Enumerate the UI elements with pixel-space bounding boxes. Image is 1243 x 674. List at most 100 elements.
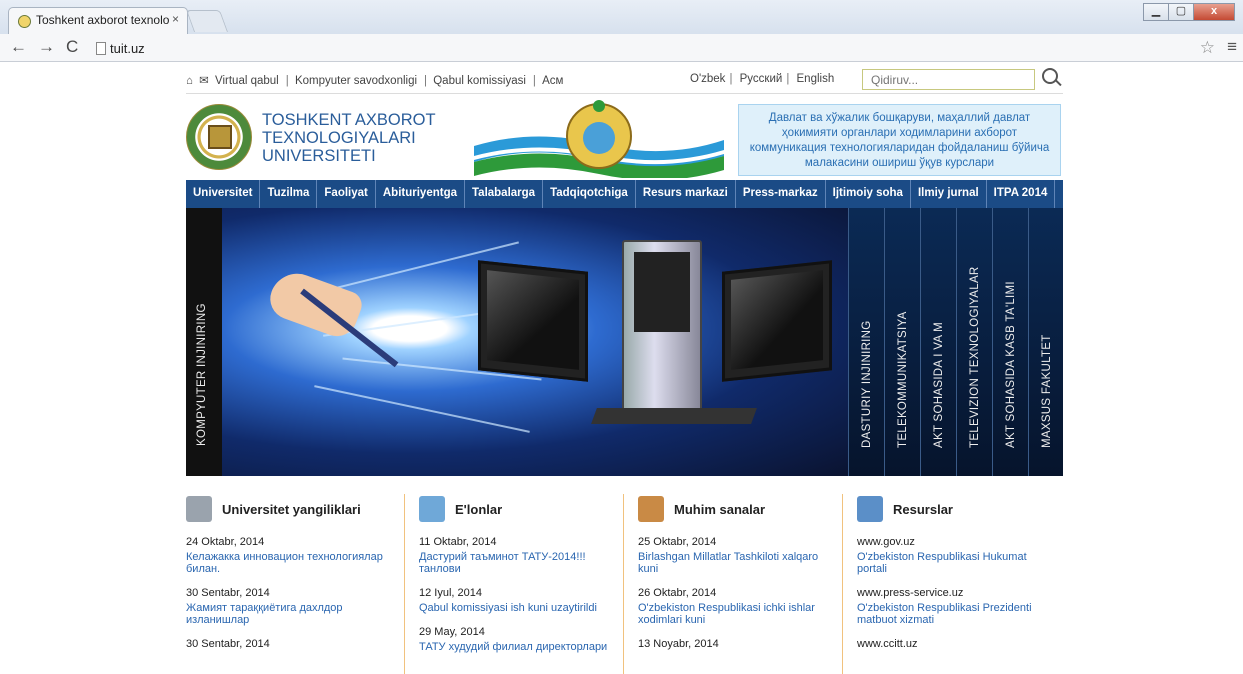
mail-icon[interactable]: ✉ — [199, 75, 209, 87]
browser-tabstrip: Toshkent axborot texnolo × ▁ ▢ x — [0, 0, 1243, 34]
computer-tower-illustration — [622, 240, 702, 418]
home-icon[interactable]: ⌂ — [186, 75, 193, 87]
slider-tab-label: MAXSUS FAKULTET — [1041, 334, 1053, 448]
slider-tab-dasturiy[interactable]: DASTURIY INJINIRING — [848, 208, 884, 476]
nav-ijtimoiy-soha[interactable]: Ijtimoiy soha — [826, 180, 911, 208]
entry-date: 12 Iyul, 2014 — [419, 587, 482, 599]
entry-link[interactable]: O'zbekiston Respublikasi Prezidenti matb… — [857, 602, 1052, 626]
lang-russian[interactable]: Русский — [740, 73, 783, 85]
entry-date: 30 Sentabr, 2014 — [186, 587, 270, 599]
nav-universitet[interactable]: Universitet — [186, 180, 261, 208]
search-icon[interactable] — [1042, 68, 1058, 84]
courses-banner[interactable]: Давлат ва хўжалик бошқаруви, маҳаллий да… — [738, 104, 1061, 176]
forward-arrow-icon[interactable]: → — [38, 37, 55, 57]
entry-link[interactable]: Qabul komissiyasi ish kuni uzaytirildi — [419, 602, 613, 614]
slider-tab-label: TELEKOMMUNIKATSIYA — [897, 311, 909, 448]
slider-label-left: KOMPYUTER INJINIRING — [196, 303, 208, 446]
entry-link[interactable]: Дастурий таъминот ТАТУ-2014!!! танлови — [419, 551, 613, 575]
slider-tab-label: AKT SOHASIDA KASB TA'LIMI — [1005, 281, 1017, 448]
column-title[interactable]: E'lonlar — [455, 502, 502, 517]
slider-tab-label: TELEVIZION TEXNOLOGIYALAR — [969, 266, 981, 448]
slider-tab-televizion[interactable]: TELEVIZION TEXNOLOGIYALAR — [956, 208, 992, 476]
nav-press-markaz[interactable]: Press-markaz — [736, 180, 826, 208]
calendar-icon — [638, 496, 664, 522]
entry-date: 30 Sentabr, 2014 — [186, 638, 270, 650]
nav-itpa-2014[interactable]: ITPA 2014 — [987, 180, 1056, 208]
minimize-button[interactable]: ▁ — [1143, 3, 1169, 21]
monitor-left-illustration — [478, 260, 588, 382]
reload-icon[interactable]: C — [66, 37, 78, 57]
nav-tadqiqotchiga[interactable]: Tadqiqotchiga — [543, 180, 636, 208]
nav-ilmiy-jurnal[interactable]: Ilmiy jurnal — [911, 180, 987, 208]
entry-link[interactable]: ТАТУ худудий филиал директорлари — [419, 641, 613, 653]
website: ⌂ ✉ Virtual qabul | Kompyuter savodxonlig… — [186, 62, 1063, 674]
entry-link[interactable]: Birlashgan Millatlar Tashkiloti xalqaro … — [638, 551, 832, 575]
main-nav: Universitet Tuzilma Faoliyat Abituriyent… — [186, 180, 1063, 208]
column-title[interactable]: Resurslar — [893, 502, 953, 517]
entry-url[interactable]: www.ccitt.uz — [857, 638, 1052, 650]
tab-title: Toshkent axborot texnolo — [36, 13, 170, 27]
entry-url[interactable]: www.gov.uz — [857, 536, 1052, 548]
top-link-kompyuter[interactable]: Kompyuter savodxonligi — [295, 75, 417, 87]
monitor-right-illustration — [722, 260, 832, 382]
top-link-acm[interactable]: Асм — [542, 75, 563, 87]
bookmark-star-icon[interactable]: ☆ — [1200, 38, 1215, 58]
nav-resurs-markazi[interactable]: Resurs markazi — [636, 180, 736, 208]
slider-tab-kompyuter[interactable]: KOMPYUTER INJINIRING — [186, 208, 222, 476]
close-window-button[interactable]: x — [1193, 3, 1235, 21]
column-yangiliklar: Universitet yangiliklari 24 Oktabr, 2014… — [186, 494, 405, 674]
site-header: TOSHKENT AXBOROT TEXNOLOGIYALARI UNIVERS… — [186, 94, 1063, 180]
top-link-virtual[interactable]: Virtual qabul — [215, 75, 279, 87]
entry-date: 29 May, 2014 — [419, 626, 485, 638]
slider-tab-maxsus[interactable]: MAXSUS FAKULTET — [1028, 208, 1063, 476]
nav-talabalarga[interactable]: Talabalarga — [465, 180, 544, 208]
university-logo[interactable] — [186, 104, 252, 170]
column-resurslar: Resurslar www.gov.uz O'zbekiston Respubli… — [843, 494, 1062, 674]
entry-link[interactable]: Келажакка инновацион технологиялар билан… — [186, 551, 394, 575]
site-favicon-icon — [18, 15, 31, 28]
state-emblem-flag-icon — [474, 100, 724, 178]
entry-date: 25 Oktabr, 2014 — [638, 536, 717, 548]
slider-tab-label: AKT SOHASIDA I VA M — [933, 321, 945, 448]
slider-image — [222, 208, 848, 476]
menu-icon[interactable]: ≡ — [1227, 37, 1237, 57]
new-tab-button[interactable] — [185, 10, 229, 32]
column-muhim-sanalar: Muhim sanalar 25 Oktabr, 2014 Birlashgan … — [624, 494, 843, 674]
slider-tab-label: DASTURIY INJINIRING — [861, 320, 873, 448]
search-input[interactable] — [862, 69, 1035, 90]
browser-tab[interactable]: Toshkent axborot texnolo × — [8, 7, 188, 34]
nav-tuzilma[interactable]: Tuzilma — [260, 180, 318, 208]
address-bar[interactable] — [94, 38, 1214, 58]
top-links-bar: ⌂ ✉ Virtual qabul | Kompyuter savodxonlig… — [186, 62, 1063, 94]
lang-english[interactable]: English — [797, 73, 835, 85]
window-controls: ▁ ▢ x — [1143, 3, 1235, 21]
back-arrow-icon[interactable]: ← — [10, 37, 27, 57]
tab-close-icon[interactable]: × — [172, 12, 179, 26]
slider-tab-telekom[interactable]: TELEKOMMUNIKATSIYA — [884, 208, 920, 476]
nav-faoliyat[interactable]: Faoliyat — [317, 180, 376, 208]
column-elonlar: E'lonlar 11 Oktabr, 2014 Дастурий таъмино… — [405, 494, 624, 674]
university-name: TOSHKENT AXBOROT TEXNOLOGIYALARI UNIVERS… — [262, 111, 436, 165]
entry-link[interactable]: O'zbekiston Respublikasi ichki ishlar xo… — [638, 602, 832, 626]
entry-link[interactable]: Жамият тараққиётига дахлдор изланишлар — [186, 602, 394, 626]
entry-date: 11 Oktabr, 2014 — [419, 536, 497, 548]
entry-url[interactable]: www.press-service.uz — [857, 587, 1052, 599]
keyboard-illustration — [591, 408, 757, 424]
megaphone-icon — [419, 496, 445, 522]
language-switcher: O'zbek | Русский | English — [690, 73, 835, 85]
entry-date: 24 Oktabr, 2014 — [186, 536, 265, 548]
entry-link[interactable]: O'zbekiston Respublikasi Hukumat portali — [857, 551, 1052, 575]
maximize-button[interactable]: ▢ — [1168, 3, 1194, 21]
lang-uzbek[interactable]: O'zbek — [690, 73, 725, 85]
hero-slider[interactable]: KOMPYUTER INJINIRING DASTURIY INJINIRING… — [186, 208, 1063, 476]
browser-toolbar: ← → C ☆ ≡ — [0, 34, 1243, 62]
news-columns: Universitet yangiliklari 24 Oktabr, 2014… — [186, 494, 1063, 674]
slider-tab-akt-iva-m[interactable]: AKT SOHASIDA I VA M — [920, 208, 956, 476]
slider-tabs-right: DASTURIY INJINIRING TELEKOMMUNIKATSIYA A… — [848, 208, 1063, 476]
column-title[interactable]: Muhim sanalar — [674, 502, 765, 517]
entry-date: 13 Noyabr, 2014 — [638, 638, 719, 650]
top-link-qabul[interactable]: Qabul komissiyasi — [433, 75, 526, 87]
slider-tab-akt-kasb[interactable]: AKT SOHASIDA KASB TA'LIMI — [992, 208, 1028, 476]
nav-abituriyentga[interactable]: Abituriyentga — [376, 180, 465, 208]
column-title[interactable]: Universitet yangiliklari — [222, 502, 361, 517]
